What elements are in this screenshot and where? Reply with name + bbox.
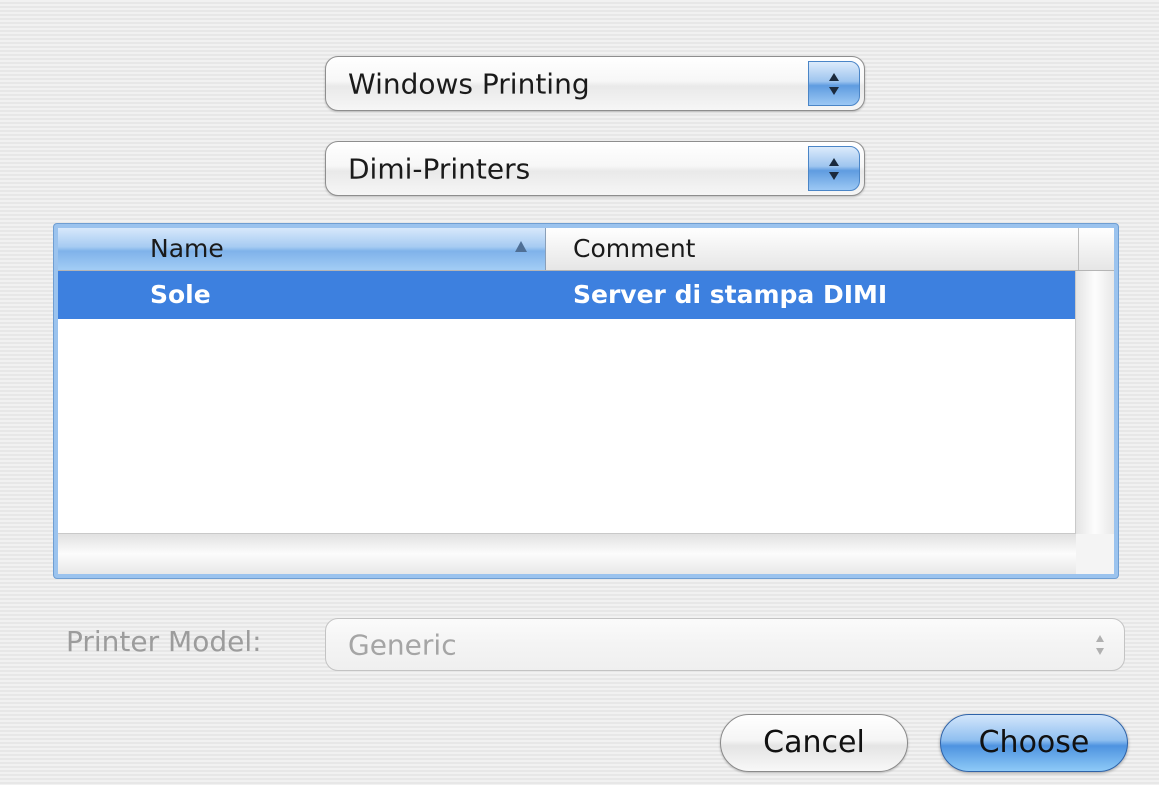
workgroup-popup[interactable]: Dimi-Printers xyxy=(325,141,865,196)
printer-list[interactable]: Name Comment Sole Server di stampa DIMI xyxy=(54,224,1118,578)
protocol-popup[interactable]: Windows Printing xyxy=(325,56,865,111)
column-header-comment-label: Comment xyxy=(573,234,696,263)
cancel-button[interactable]: Cancel xyxy=(720,714,908,772)
choose-button[interactable]: Choose xyxy=(940,714,1128,772)
column-header-name-label: Name xyxy=(150,234,224,263)
popup-arrows-icon xyxy=(808,61,860,106)
list-header: Name Comment xyxy=(58,228,1114,271)
scroll-corner xyxy=(1076,534,1114,574)
horizontal-scrollbar[interactable] xyxy=(58,533,1076,574)
printer-comment-cell: Server di stampa DIMI xyxy=(573,280,888,309)
workgroup-popup-value: Dimi-Printers xyxy=(348,152,531,185)
sort-ascending-icon xyxy=(515,241,527,252)
popup-arrows-icon xyxy=(1080,623,1120,666)
printer-model-value: Generic xyxy=(348,628,457,661)
column-header-comment[interactable]: Comment xyxy=(547,228,1079,270)
printer-model-label: Printer Model: xyxy=(66,625,262,658)
column-header-name[interactable]: Name xyxy=(58,228,546,270)
printer-model-popup[interactable]: Generic xyxy=(325,618,1125,671)
vertical-scrollbar[interactable] xyxy=(1075,271,1114,534)
protocol-popup-value: Windows Printing xyxy=(348,67,590,100)
popup-arrows-icon xyxy=(808,146,860,191)
printer-name-cell: Sole xyxy=(150,280,211,309)
table-row[interactable]: Sole Server di stampa DIMI xyxy=(58,271,1075,319)
